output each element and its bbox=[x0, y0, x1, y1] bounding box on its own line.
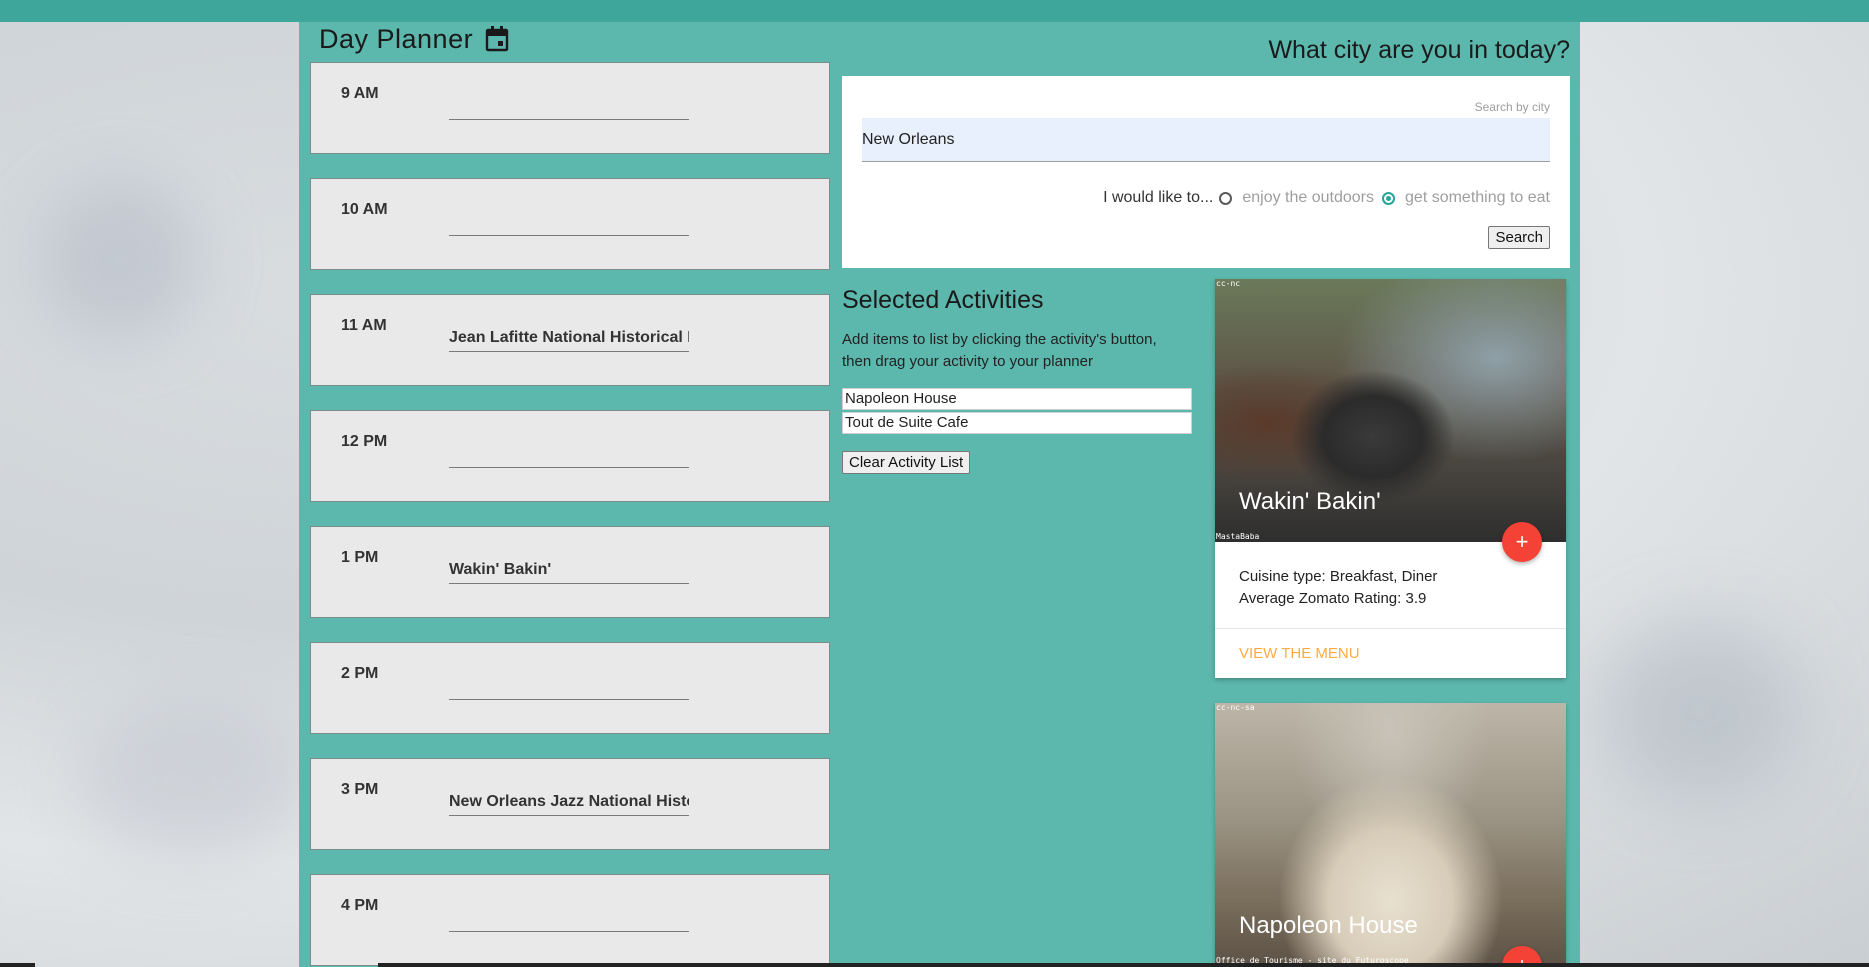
add-activity-button[interactable]: + bbox=[1502, 522, 1542, 562]
search-card: Search by city New Orleans I would like … bbox=[842, 76, 1570, 268]
slot-hour: 9 AM bbox=[341, 85, 379, 102]
time-slot-4pm[interactable]: 4 PM bbox=[310, 874, 830, 966]
card-title: Wakin' Bakin' bbox=[1239, 488, 1381, 515]
city-question-heading: What city are you in today? bbox=[1268, 36, 1570, 64]
radio-eat[interactable] bbox=[1382, 191, 1396, 205]
time-slot-12pm[interactable]: 12 PM bbox=[310, 410, 830, 502]
image-credit: MastaBaba bbox=[1216, 532, 1260, 541]
background-blur bbox=[1600, 620, 1800, 800]
radio-label-outdoors[interactable]: enjoy the outdoors bbox=[1242, 189, 1374, 207]
activity-card: cc-nc Wakin' Bakin' MastaBaba + Cuisine … bbox=[1215, 279, 1566, 678]
radio-label-eat[interactable]: get something to eat bbox=[1405, 189, 1550, 207]
time-slot-11am[interactable]: 11 AM Jean Lafitte National Historical P… bbox=[310, 294, 830, 386]
license-tag: cc-nc bbox=[1216, 279, 1241, 288]
slot-hour: 12 PM bbox=[341, 433, 388, 450]
selected-activities-description: Add items to list by clicking the activi… bbox=[842, 331, 1157, 370]
slot-entry-field[interactable] bbox=[449, 677, 689, 700]
list-item[interactable]: Tout de Suite Cafe bbox=[842, 412, 1192, 434]
clear-activity-list-button[interactable]: Clear Activity List bbox=[842, 451, 971, 474]
activity-card: cc-nc-sa Napoleon House Office de Touris… bbox=[1215, 703, 1566, 967]
license-tag: cc-nc-sa bbox=[1216, 703, 1255, 712]
slot-entry-field[interactable] bbox=[449, 445, 689, 468]
time-slot-1pm[interactable]: 1 PM Wakin' Bakin' bbox=[310, 526, 830, 618]
slot-hour: 11 AM bbox=[341, 317, 387, 334]
slot-hour: 1 PM bbox=[341, 549, 379, 566]
main-container: Day Planner 9 AM 10 AM 11 AM Jean Lafitt… bbox=[299, 22, 1580, 967]
slot-entry-field[interactable]: Wakin' Bakin' bbox=[449, 561, 689, 584]
radio-prompt: I would like to... bbox=[1103, 189, 1214, 206]
slot-hour: 3 PM bbox=[341, 781, 379, 798]
radio-outdoors[interactable] bbox=[1219, 191, 1233, 205]
city-search-input[interactable]: New Orleans bbox=[862, 118, 1550, 162]
slot-hour: 4 PM bbox=[341, 897, 379, 914]
background-blur bbox=[40, 180, 200, 340]
cuisine-type: Cuisine type: Breakfast, Diner bbox=[1239, 568, 1438, 585]
taskbar-edge bbox=[0, 963, 35, 967]
time-slot-10am[interactable]: 10 AM bbox=[310, 178, 830, 270]
search-label: Search by city bbox=[1474, 100, 1550, 114]
search-button[interactable]: Search bbox=[1488, 226, 1550, 249]
activity-type-radio-group: I would like to... enjoy the outdoors ge… bbox=[1103, 188, 1550, 208]
time-slot-3pm[interactable]: 3 PM New Orleans Jazz National Historica… bbox=[310, 758, 830, 850]
list-item[interactable]: Napoleon House bbox=[842, 388, 1192, 410]
top-bar bbox=[0, 0, 1869, 22]
activity-image: cc-nc Wakin' Bakin' MastaBaba bbox=[1215, 279, 1566, 542]
selected-activities-title: Selected Activities bbox=[842, 286, 1044, 314]
zomato-rating: Average Zomato Rating: 3.9 bbox=[1239, 590, 1427, 607]
taskbar-edge bbox=[378, 963, 1869, 967]
slot-hour: 2 PM bbox=[341, 665, 379, 682]
view-menu-link[interactable]: View the menu bbox=[1215, 628, 1566, 678]
selected-activities-list: Napoleon House Tout de Suite Cafe bbox=[842, 388, 1192, 436]
slot-entry-field[interactable]: Jean Lafitte National Historical Park bbox=[449, 329, 689, 352]
activity-image: cc-nc-sa Napoleon House Office de Touris… bbox=[1215, 703, 1566, 966]
background-blur bbox=[80, 700, 300, 860]
slot-entry-field[interactable] bbox=[449, 909, 689, 932]
card-title: Napoleon House bbox=[1239, 912, 1418, 939]
calendar-icon bbox=[485, 26, 509, 52]
slot-entry-field[interactable] bbox=[449, 97, 689, 120]
slot-entry-field[interactable] bbox=[449, 213, 689, 236]
time-slot-9am[interactable]: 9 AM bbox=[310, 62, 830, 154]
planner-title: Day Planner bbox=[319, 24, 474, 54]
time-slot-2pm[interactable]: 2 PM bbox=[310, 642, 830, 734]
slot-hour: 10 AM bbox=[341, 201, 388, 218]
slot-entry-field[interactable]: New Orleans Jazz National Historical Par… bbox=[449, 793, 689, 816]
